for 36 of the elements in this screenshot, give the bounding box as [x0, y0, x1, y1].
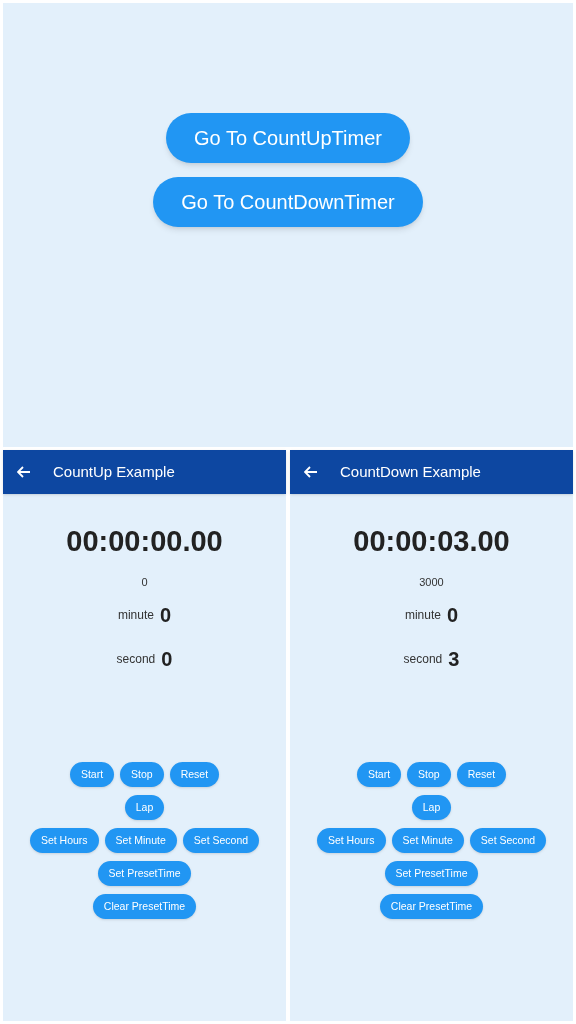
screen-title: CountDown Example [340, 461, 481, 482]
timer-button[interactable]: Start [69, 762, 115, 787]
navigation-button[interactable]: Go To CountUpTimer [166, 113, 410, 163]
unit-label: minute [117, 607, 154, 624]
timer-display: 00:00:00.00 [66, 524, 223, 559]
timer-button[interactable]: Stop [120, 762, 164, 787]
unit-value: 0 [161, 647, 173, 672]
timer-button[interactable]: Set Minute [391, 828, 464, 853]
unit-value: 0 [159, 603, 172, 628]
unit-label: minute [404, 607, 441, 624]
unit-label: second [116, 651, 156, 668]
back-arrow-icon[interactable] [304, 466, 318, 478]
timer-button[interactable]: Set PresetTime [384, 861, 479, 886]
back-arrow-icon[interactable] [17, 466, 31, 478]
timer-button[interactable]: Set PresetTime [97, 861, 192, 886]
timer-button[interactable]: Reset [456, 762, 507, 787]
timer-button[interactable]: Lap [411, 795, 452, 820]
timer-button[interactable]: Clear PresetTime [92, 894, 197, 919]
timer-button[interactable]: Reset [169, 762, 220, 787]
unit-value: 0 [446, 603, 459, 628]
timer-button[interactable]: Set Hours [29, 828, 99, 853]
navigation-button[interactable]: Go To CountDownTimer [153, 177, 423, 227]
timer-button[interactable]: Stop [407, 762, 451, 787]
milliseconds-text: 0 [141, 574, 148, 590]
unit-value: 3 [448, 647, 460, 672]
milliseconds-text: 3000 [419, 574, 444, 590]
timer-button[interactable]: Start [356, 762, 402, 787]
timer-button[interactable]: Set Second [182, 828, 260, 853]
timer-button[interactable]: Clear PresetTime [379, 894, 484, 919]
timer-button[interactable]: Set Second [469, 828, 547, 853]
unit-label: second [403, 651, 443, 668]
timer-button[interactable]: Set Hours [316, 828, 386, 853]
timer-display: 00:00:03.00 [353, 524, 510, 559]
screen-title: CountUp Example [53, 461, 175, 482]
timer-button[interactable]: Set Minute [104, 828, 177, 853]
timer-button[interactable]: Lap [124, 795, 165, 820]
